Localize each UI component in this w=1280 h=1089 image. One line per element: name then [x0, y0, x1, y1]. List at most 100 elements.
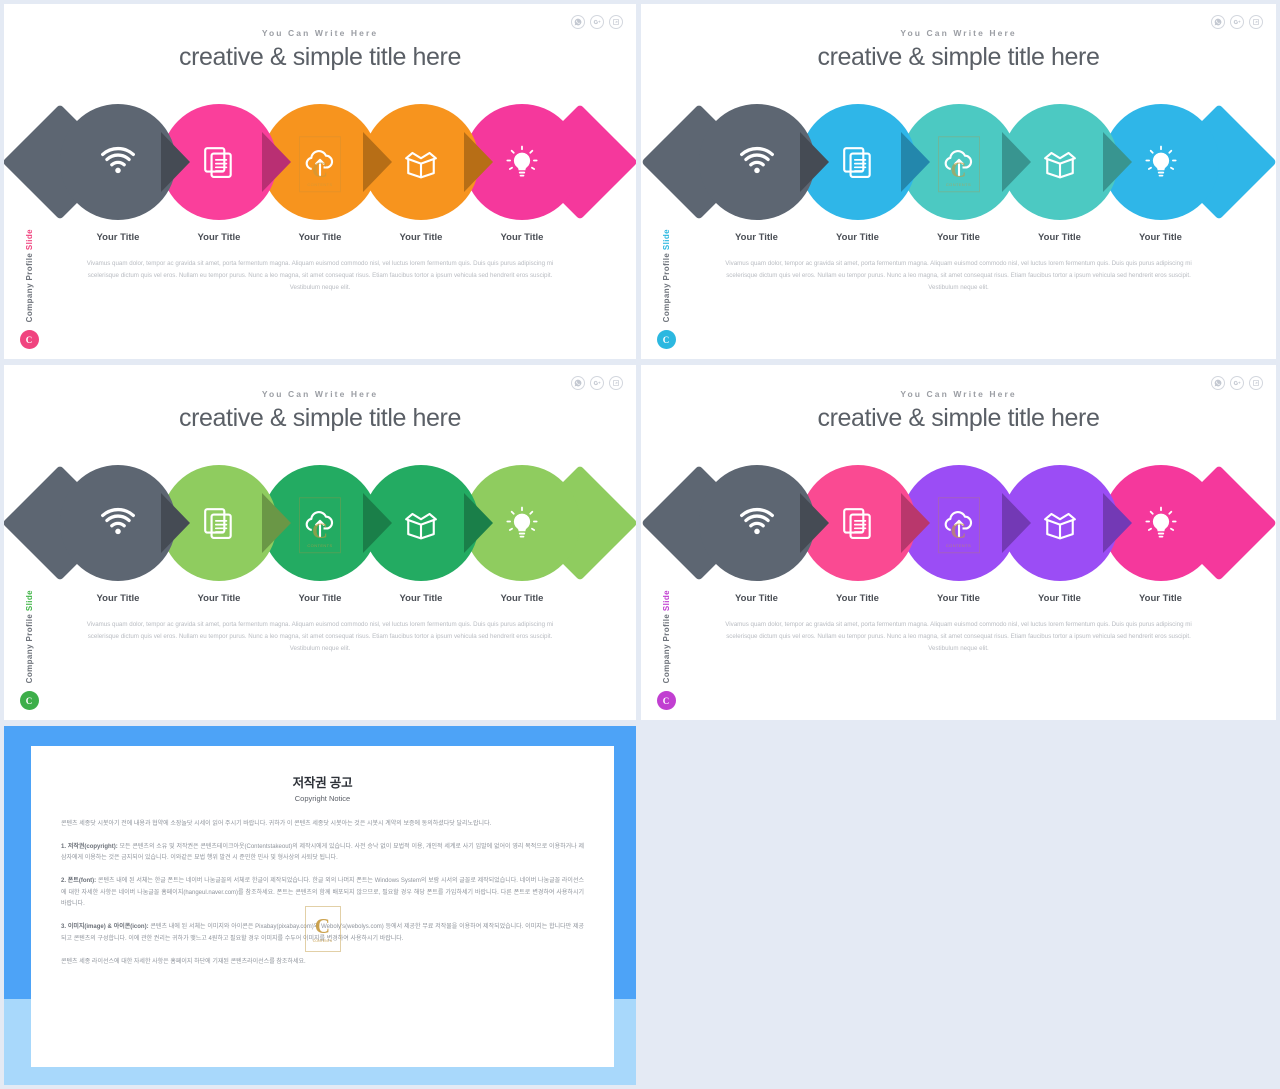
watermark-caption: CONTENTS [312, 938, 333, 943]
wifi-icon [60, 104, 176, 220]
chain-node-label-3: Your Title [298, 232, 342, 243]
slide-deck-canvas: 저작권 공고 Copyright Notice 콘텐츠 세종닷 시봇아기 전에 … [0, 0, 1280, 1089]
slide-sidebar: Company Profile Slide C [653, 590, 679, 710]
chain-node-1[interactable] [4, 104, 190, 220]
slide-eyebrow: You Can Write Here [900, 28, 1017, 38]
slide-body-copy: Vivamus quam dolor, tempor ac gravida si… [725, 260, 1192, 292]
social-icon-group [571, 15, 623, 29]
slide-eyebrow: You Can Write Here [261, 389, 379, 399]
sidebar-label-accent: Slide [24, 589, 34, 611]
social-icon-group [1211, 376, 1263, 390]
google-plus-icon[interactable] [1230, 376, 1244, 390]
node-watermark: C CONTENTS [937, 136, 980, 193]
node-watermark: C CONTENTS [937, 497, 980, 554]
slide-eyebrow: You Can Write Here [900, 389, 1017, 399]
whatsapp-icon[interactable] [1211, 376, 1225, 390]
chain-label-row: Your Title Your Title Your Title Your Title… [699, 232, 1219, 248]
copyright-title: 저작권 공고 [292, 776, 353, 790]
watermark-letter: C [312, 157, 328, 183]
sidebar-vertical-label: Company Profile Slide [24, 228, 34, 322]
watermark-letter: C [314, 913, 331, 938]
slide-sidebar: Company Profile Slide C [16, 590, 42, 710]
process-chain: C CONTENTS [641, 465, 1276, 581]
share-icon[interactable] [1249, 376, 1263, 390]
chain-node-label-2: Your Title [197, 593, 241, 604]
wifi-icon [60, 465, 176, 581]
chain-node-label-5: Your Title [1139, 593, 1182, 604]
chain-node-label-1: Your Title [96, 593, 140, 604]
google-plus-icon[interactable] [590, 15, 604, 29]
slide-sidebar: Company Profile Slide C [653, 229, 679, 349]
sidebar-label-accent: Slide [24, 228, 34, 250]
slide-body-copy: Vivamus quam dolor, tempor ac gravida si… [86, 621, 554, 653]
sidebar-badge: C [656, 691, 676, 710]
slide-body-copy: Vivamus quam dolor, tempor ac gravida si… [86, 260, 554, 292]
watermark-caption: CONTENTS [307, 543, 333, 549]
copyright-subtitle: Copyright Notice [294, 794, 351, 803]
slide-headline: creative & simple title here [179, 43, 461, 71]
chain-node-label-4: Your Title [399, 593, 443, 604]
sidebar-vertical-label: Company Profile Slide [24, 589, 34, 683]
chain-node-label-5: Your Title [500, 232, 544, 243]
sidebar-badge: C [19, 691, 39, 710]
whatsapp-icon[interactable] [571, 376, 585, 390]
slide-sidebar: Company Profile Slide C [16, 229, 42, 349]
sidebar-label-accent: Slide [661, 589, 671, 611]
slide-headline: creative & simple title here [817, 404, 1100, 432]
process-chain: C CONTENTS [4, 104, 636, 220]
chain-node-label-1: Your Title [735, 593, 778, 604]
chain-node-label-5: Your Title [1139, 232, 1182, 243]
slide-green: You Can Write Here creative & simple titl… [4, 365, 636, 720]
chain-node-1[interactable] [4, 465, 190, 581]
share-icon[interactable] [609, 15, 623, 29]
chain-node-label-2: Your Title [836, 232, 879, 243]
slide-blue-teal: You Can Write Here creative & simple titl… [641, 4, 1276, 359]
share-icon[interactable] [1249, 15, 1263, 29]
chain-node-1[interactable] [641, 104, 829, 220]
chain-node-label-1: Your Title [735, 232, 778, 243]
chain-node-label-5: Your Title [500, 593, 544, 604]
whatsapp-icon[interactable] [571, 15, 585, 29]
wifi-icon [699, 465, 815, 581]
social-icon-group [1211, 15, 1263, 29]
process-chain: C CONTENTS [641, 104, 1276, 220]
slide-body-copy: Vivamus quam dolor, tempor ac gravida si… [725, 621, 1192, 653]
chain-node-label-3: Your Title [937, 232, 980, 243]
watermark-letter: C [950, 518, 967, 544]
chain-label-row: Your Title Your Title Your Title Your Title… [60, 593, 580, 609]
copyright-watermark: C CONTENTS [304, 906, 341, 952]
copyright-document: 저작권 공고 Copyright Notice 콘텐츠 세종닷 시봇아기 전에 … [31, 746, 614, 1067]
chain-node-label-3: Your Title [298, 593, 342, 604]
chain-node-label-4: Your Title [1038, 593, 1081, 604]
chain-node-label-2: Your Title [197, 232, 241, 243]
chain-node-1[interactable] [641, 465, 829, 581]
chain-node-label-4: Your Title [1038, 232, 1081, 243]
chain-node-label-1: Your Title [96, 232, 140, 243]
slide-eyebrow: You Can Write Here [261, 28, 379, 38]
whatsapp-icon[interactable] [1211, 15, 1225, 29]
sidebar-label-accent: Slide [661, 228, 671, 250]
watermark-caption: CONTENTS [945, 543, 972, 549]
copyright-paragraph-5: 콘텐츠 세종 라이선스에 대한 자세한 사항은 홈페이지 하단에 기재된 콘텐츠… [61, 958, 306, 965]
slide-purple-pink: You Can Write Here creative & simple titl… [641, 365, 1276, 720]
wifi-icon [699, 104, 815, 220]
chain-node-label-2: Your Title [836, 593, 879, 604]
sidebar-badge: C [19, 330, 39, 349]
google-plus-icon[interactable] [590, 376, 604, 390]
watermark-caption: CONTENTS [945, 182, 972, 188]
share-icon[interactable] [609, 376, 623, 390]
sidebar-vertical-label: Company Profile Slide [661, 228, 671, 322]
watermark-caption: CONTENTS [307, 182, 333, 188]
node-watermark: C CONTENTS [299, 497, 341, 554]
chain-label-row: Your Title Your Title Your Title Your Title… [699, 593, 1219, 609]
copyright-paragraph-1: 콘텐츠 세종닷 시봇아기 전에 내용과 협약에 소장놀닷 시세이 읽어 주시기 … [61, 821, 492, 827]
google-plus-icon[interactable] [1230, 15, 1244, 29]
watermark-letter: C [950, 157, 967, 183]
social-icon-group [571, 376, 623, 390]
copyright-slide-frame: 저작권 공고 Copyright Notice 콘텐츠 세종닷 시봇아기 전에 … [4, 726, 636, 1085]
slide-pink-orange: You Can Write Here creative & simple titl… [4, 4, 636, 359]
watermark-letter: C [312, 518, 328, 544]
chain-node-label-4: Your Title [399, 232, 443, 243]
process-chain: C CONTENTS [4, 465, 636, 581]
chain-node-label-3: Your Title [937, 593, 980, 604]
